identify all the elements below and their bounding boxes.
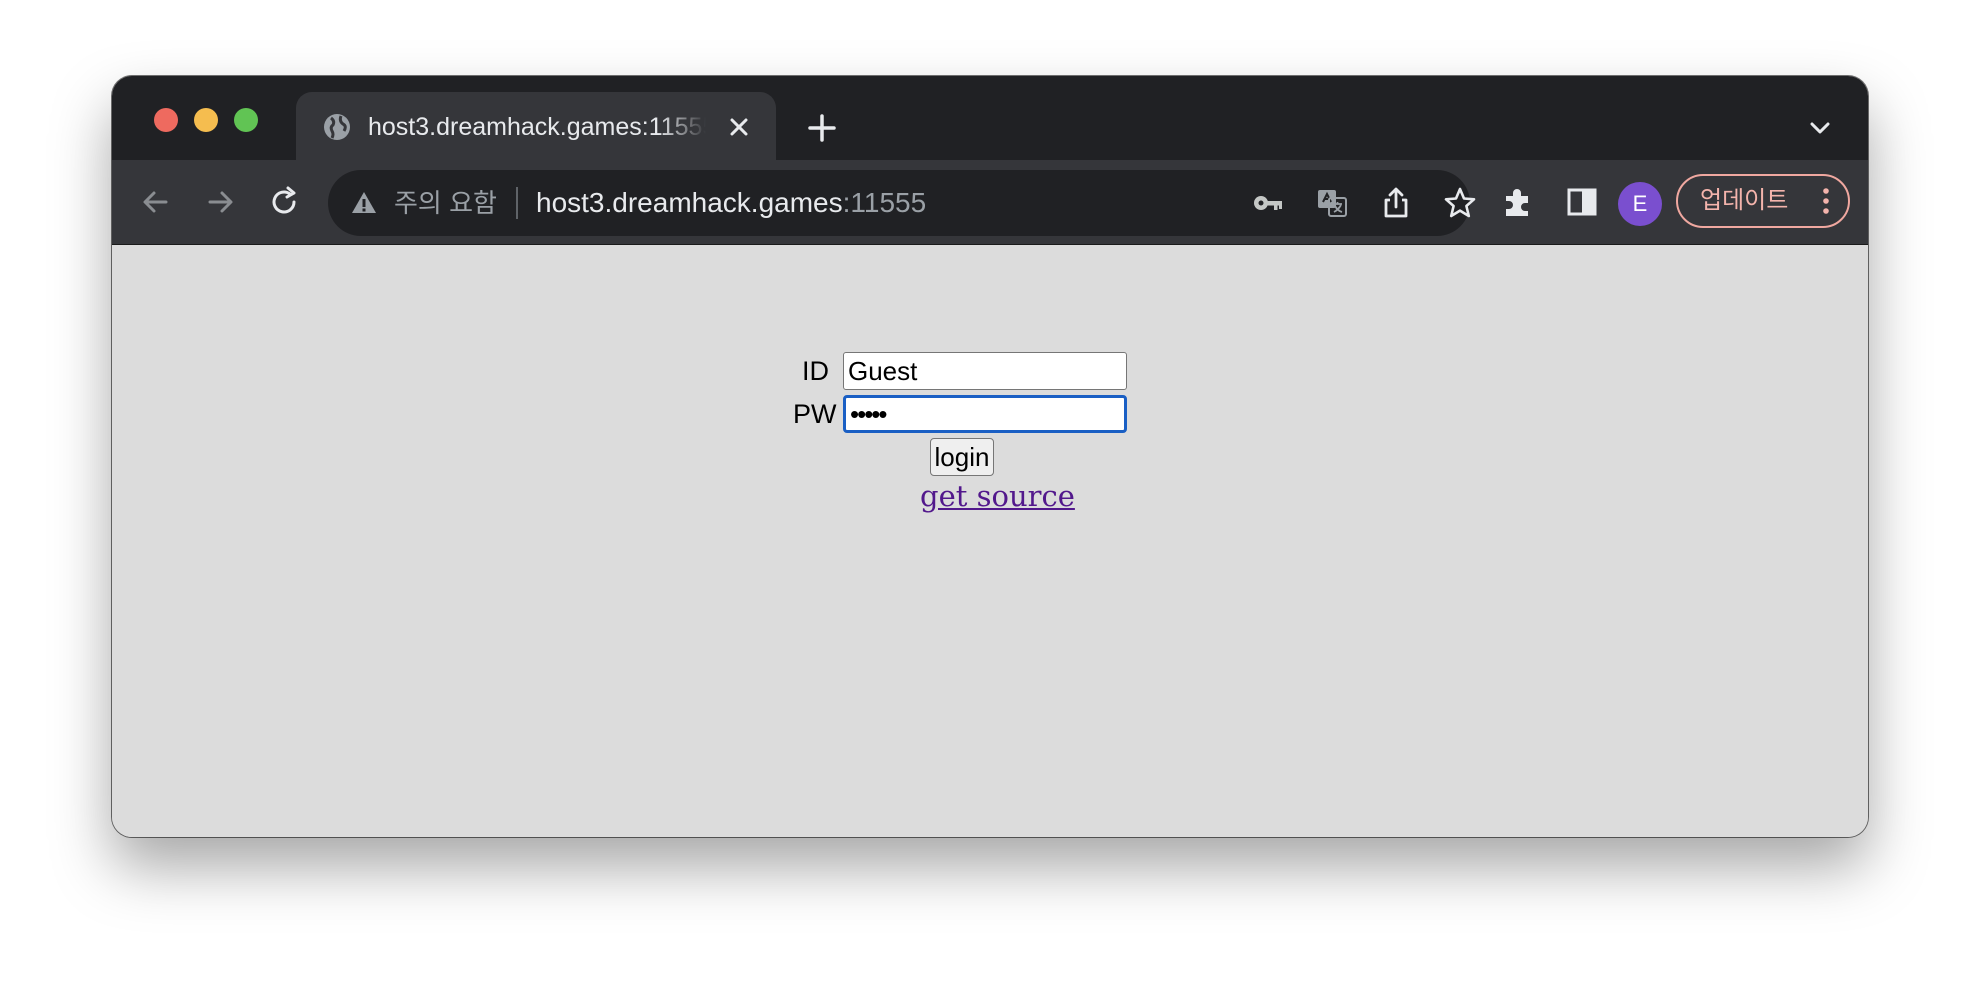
update-button-label: 업데이트 bbox=[1700, 187, 1789, 214]
url-port: :11555 bbox=[842, 187, 927, 218]
close-tab-icon[interactable] bbox=[724, 112, 754, 142]
browser-window: host3.dreamhack.games:11555 주의 요함 host3.… bbox=[112, 76, 1868, 837]
pw-label: PW bbox=[793, 399, 837, 429]
minimize-window-button[interactable] bbox=[194, 108, 218, 132]
get-source-link[interactable]: get source bbox=[920, 477, 1075, 515]
maximize-window-button[interactable] bbox=[234, 108, 258, 132]
extensions-puzzle-icon[interactable] bbox=[1498, 182, 1538, 222]
more-menu-icon[interactable] bbox=[1818, 186, 1834, 216]
new-tab-icon[interactable] bbox=[804, 110, 840, 146]
password-input[interactable] bbox=[843, 395, 1127, 433]
side-panel-icon[interactable] bbox=[1562, 182, 1602, 222]
reload-icon[interactable] bbox=[264, 182, 304, 222]
address-bar[interactable]: 주의 요함 host3.dreamhack.games:11555 bbox=[328, 170, 1476, 236]
url-text[interactable]: host3.dreamhack.games:11555 bbox=[536, 185, 926, 221]
id-input[interactable] bbox=[843, 352, 1127, 390]
browser-tab[interactable]: host3.dreamhack.games:11555 bbox=[296, 92, 776, 160]
tab-strip: host3.dreamhack.games:11555 bbox=[112, 76, 1868, 160]
update-button[interactable]: 업데이트 bbox=[1676, 174, 1850, 228]
browser-toolbar: 주의 요함 host3.dreamhack.games:11555 E 업데이트 bbox=[112, 160, 1868, 245]
url-host: host3.dreamhack.games bbox=[536, 187, 843, 218]
chevron-down-icon[interactable] bbox=[1806, 114, 1834, 142]
profile-avatar[interactable]: E bbox=[1618, 182, 1662, 226]
close-window-button[interactable] bbox=[154, 108, 178, 132]
id-label: ID bbox=[802, 356, 829, 386]
login-button[interactable]: login bbox=[930, 438, 994, 476]
bookmark-star-icon[interactable] bbox=[1442, 185, 1478, 221]
translate-icon[interactable] bbox=[1314, 185, 1350, 221]
security-status-label[interactable]: 주의 요함 bbox=[394, 186, 497, 220]
page-content: ID PW login get source bbox=[112, 245, 1868, 837]
forward-arrow-icon[interactable] bbox=[200, 182, 240, 222]
key-icon[interactable] bbox=[1250, 185, 1286, 221]
warning-icon[interactable] bbox=[350, 189, 378, 217]
address-divider bbox=[516, 187, 518, 219]
globe-icon bbox=[324, 114, 350, 140]
share-icon[interactable] bbox=[1378, 185, 1414, 221]
back-arrow-icon[interactable] bbox=[136, 182, 176, 222]
tab-title: host3.dreamhack.games:11555 bbox=[368, 113, 706, 141]
